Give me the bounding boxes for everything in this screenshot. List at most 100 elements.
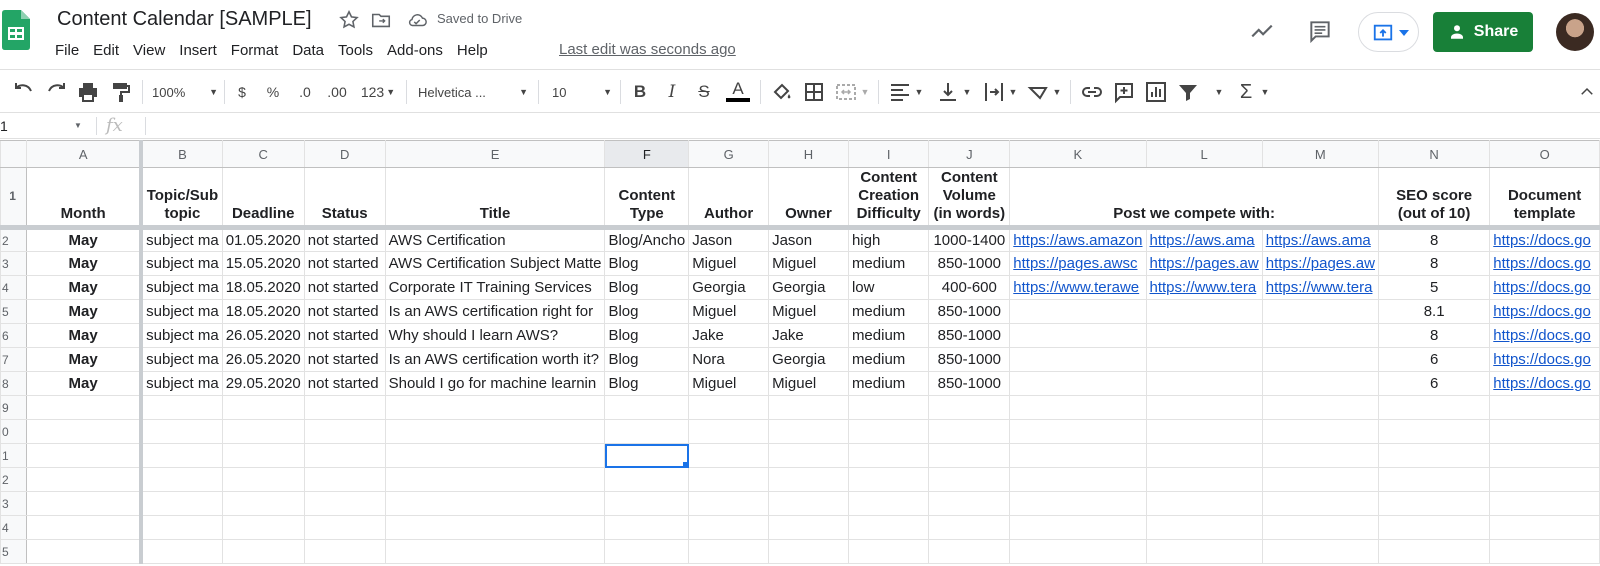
cell-difficulty[interactable]: medium <box>847 323 930 348</box>
horizontal-align-icon[interactable] <box>888 80 912 104</box>
insert-comment-icon[interactable] <box>1112 80 1136 104</box>
cell-month[interactable]: May <box>26 371 144 396</box>
cell-status[interactable]: not started <box>303 347 386 372</box>
empty-cell[interactable] <box>1377 491 1491 516</box>
row-number[interactable]: 3 <box>0 251 28 276</box>
cell-doc[interactable]: https://docs.go <box>1489 299 1600 324</box>
empty-cell[interactable] <box>303 515 386 540</box>
empty-cell[interactable] <box>26 419 144 444</box>
header-cell-status[interactable]: Status <box>303 167 386 230</box>
percent-button[interactable]: % <box>264 80 282 104</box>
cell-month[interactable]: May <box>26 299 144 324</box>
empty-cell[interactable] <box>688 515 770 540</box>
column-header-e[interactable]: E <box>384 140 606 168</box>
empty-cell[interactable] <box>1489 395 1600 420</box>
empty-cell[interactable] <box>604 419 690 444</box>
empty-cell[interactable] <box>688 467 770 492</box>
functions-button[interactable]: Σ <box>1236 80 1256 104</box>
cell-status[interactable]: not started <box>303 275 386 300</box>
empty-cell[interactable] <box>1377 395 1491 420</box>
cell-seo[interactable]: 8 <box>1377 227 1491 252</box>
insert-link-icon[interactable] <box>1080 80 1104 104</box>
insert-chart-icon[interactable] <box>1144 80 1168 104</box>
cell-type[interactable]: Blog <box>604 251 690 276</box>
row-number[interactable]: 0 <box>0 419 28 444</box>
cell-seo[interactable]: 6 <box>1377 347 1491 372</box>
cell-difficulty[interactable]: high <box>847 227 930 252</box>
cell-doc[interactable]: https://docs.go <box>1489 323 1600 348</box>
cell-difficulty[interactable]: medium <box>847 251 930 276</box>
cell-l[interactable]: https://www.tera <box>1145 275 1263 300</box>
empty-cell[interactable] <box>303 491 386 516</box>
cell-difficulty[interactable]: medium <box>847 371 930 396</box>
empty-cell[interactable] <box>847 419 930 444</box>
chevron-down-icon[interactable]: ▼ <box>914 80 924 104</box>
empty-cell[interactable] <box>1009 419 1147 444</box>
empty-cell[interactable] <box>1489 491 1600 516</box>
filter-icon[interactable] <box>1176 80 1200 104</box>
empty-cell[interactable] <box>604 467 690 492</box>
empty-cell[interactable] <box>26 515 144 540</box>
trending-icon[interactable] <box>1249 18 1275 44</box>
cell-author[interactable]: Jason <box>688 227 770 252</box>
empty-cell[interactable] <box>847 539 930 564</box>
column-header-g[interactable]: G <box>688 140 770 168</box>
cell-topic[interactable]: subject ma <box>140 299 223 324</box>
empty-cell[interactable] <box>221 467 305 492</box>
column-header-h[interactable]: H <box>768 140 849 168</box>
empty-cell[interactable] <box>140 395 223 420</box>
empty-cell[interactable] <box>928 491 1011 516</box>
empty-cell[interactable] <box>688 395 770 420</box>
cloud-saved-icon[interactable] <box>406 9 428 31</box>
cell-m[interactable] <box>1261 347 1379 372</box>
column-header-j[interactable]: J <box>928 140 1011 168</box>
cell-title[interactable]: Is an AWS certification worth it? <box>384 347 606 372</box>
cell-difficulty[interactable]: medium <box>847 347 930 372</box>
empty-cell[interactable] <box>768 395 849 420</box>
empty-cell[interactable] <box>140 443 223 468</box>
text-rotation-icon[interactable] <box>1026 80 1050 104</box>
column-header-c[interactable]: C <box>221 140 305 168</box>
empty-cell[interactable] <box>26 467 144 492</box>
cell-doc[interactable]: https://docs.go <box>1489 347 1600 372</box>
borders-icon[interactable] <box>802 80 826 104</box>
cell-deadline[interactable]: 29.05.2020 <box>221 371 305 396</box>
empty-cell[interactable] <box>1377 443 1491 468</box>
header-cell-content-type[interactable]: Content Type <box>604 167 690 230</box>
cell-volume[interactable]: 850-1000 <box>928 371 1011 396</box>
empty-cell[interactable] <box>1261 515 1379 540</box>
cell-l[interactable] <box>1145 371 1263 396</box>
row-number[interactable]: 7 <box>0 347 28 372</box>
cell-seo[interactable]: 8.1 <box>1377 299 1491 324</box>
cell-author[interactable]: Miguel <box>688 371 770 396</box>
empty-cell[interactable] <box>768 539 849 564</box>
text-color-button[interactable]: A <box>726 79 750 102</box>
empty-cell[interactable] <box>928 539 1011 564</box>
empty-cell[interactable] <box>1377 467 1491 492</box>
cell-m[interactable]: https://www.tera <box>1261 275 1379 300</box>
header-cell-owner[interactable]: Owner <box>768 167 849 230</box>
empty-cell[interactable] <box>688 539 770 564</box>
cell-m[interactable]: https://aws.ama <box>1261 227 1379 252</box>
menu-data[interactable]: Data <box>292 40 324 62</box>
empty-cell[interactable] <box>688 419 770 444</box>
empty-cell[interactable] <box>384 395 606 420</box>
strikethrough-button[interactable]: S <box>694 80 714 104</box>
cell-m[interactable] <box>1261 299 1379 324</box>
cell-type[interactable]: Blog <box>604 275 690 300</box>
row-number[interactable]: 2 <box>0 467 28 492</box>
empty-cell[interactable] <box>221 539 305 564</box>
cell-volume[interactable]: 850-1000 <box>928 299 1011 324</box>
present-button[interactable] <box>1358 12 1419 52</box>
cell-seo[interactable]: 8 <box>1377 251 1491 276</box>
row-number[interactable]: 2 <box>0 227 28 252</box>
corner-cell[interactable] <box>0 140 28 168</box>
empty-cell[interactable] <box>1009 515 1147 540</box>
empty-cell[interactable] <box>928 443 1011 468</box>
column-header-n[interactable]: N <box>1377 140 1491 168</box>
empty-cell[interactable] <box>1145 395 1263 420</box>
cell-title[interactable]: AWS Certification <box>384 227 606 252</box>
column-header-l[interactable]: L <box>1145 140 1263 168</box>
cell-l[interactable] <box>1145 323 1263 348</box>
cell-author[interactable]: Nora <box>688 347 770 372</box>
